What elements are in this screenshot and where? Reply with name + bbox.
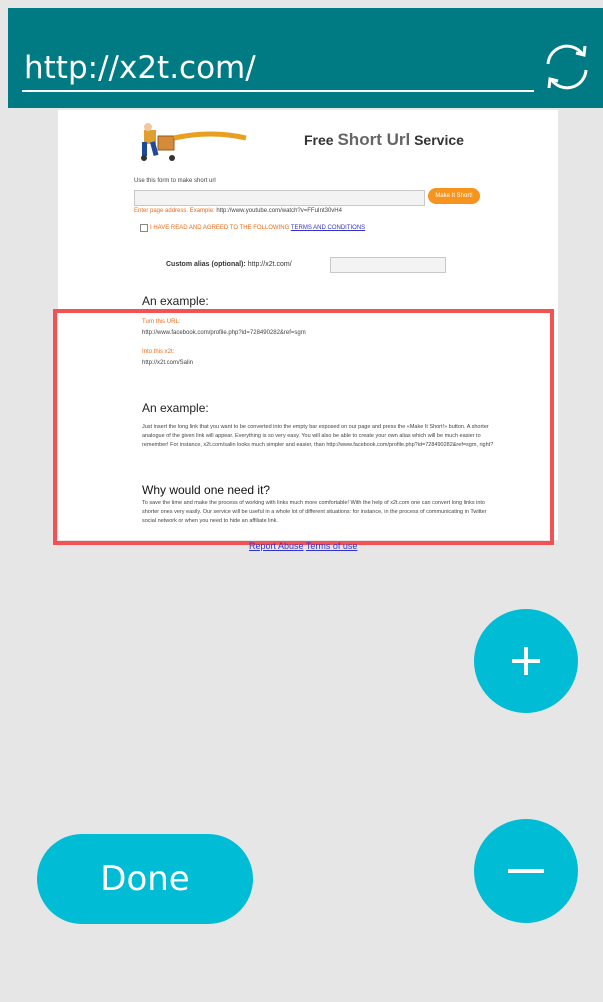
make-short-button[interactable]: Make It Short! [428,188,480,204]
why-paragraph: To save the time and make the process of… [142,500,487,524]
into-url-label: Into this x2t: [142,349,175,355]
example-paragraph: Just insert the long link that you want … [142,424,494,448]
turn-url-value: http://www.facebook.com/profile.php?id=7… [142,330,306,336]
report-abuse-link[interactable]: Report Abuse [249,541,304,551]
alias-label: Custom alias (optional): http://x2t.com/ [166,261,292,268]
site-logo [141,123,247,161]
web-page-view[interactable]: Free Short Url Service Use this form to … [58,110,558,540]
enter-address-hint: Enter page address. Example: http://www.… [134,208,342,214]
zoom-out-button[interactable] [474,819,578,923]
turn-url-label: Turn this URL: [142,319,181,325]
browser-toolbar [8,8,603,108]
example-heading-2: An example: [142,401,209,415]
refresh-icon[interactable] [538,38,596,96]
form-caption: Use this form to make short url [134,178,216,184]
why-heading: Why would one need it? [142,483,271,497]
site-title: Free Short Url Service [304,130,464,149]
agree-checkbox[interactable] [140,224,148,232]
url-input[interactable] [22,46,534,92]
custom-alias-field[interactable] [330,257,446,273]
plus-icon [512,647,540,675]
terms-link[interactable]: TERMS AND CONDITIONS [291,225,365,231]
zoom-in-button[interactable] [474,609,578,713]
done-button[interactable]: Done [37,834,253,924]
footer-links: Report Abuse Terms of use [249,541,357,551]
agree-text: I HAVE READ AND AGREED TO THE FOLLOWING … [150,225,366,231]
minus-icon [508,869,544,873]
terms-of-use-link[interactable]: Terms of use [306,541,358,551]
example-heading: An example: [142,294,209,308]
long-url-field[interactable] [134,190,425,206]
into-url-value: http://x2t.com/Salin [142,360,194,366]
